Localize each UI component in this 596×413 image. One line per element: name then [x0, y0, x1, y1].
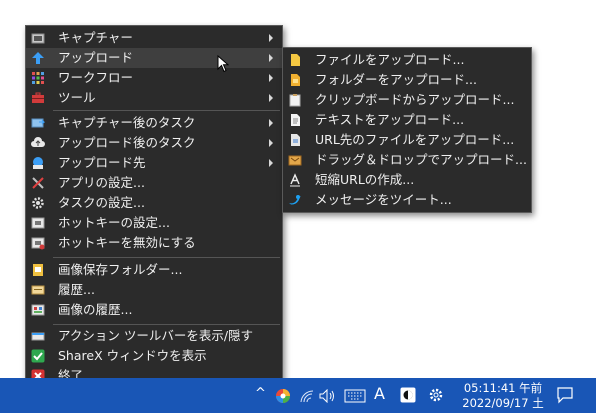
submenu-item-shorten-url[interactable]: 短縮URLの作成...	[283, 170, 531, 190]
menu-item-label: 短縮URLの作成...	[315, 172, 415, 187]
app-tray-icon[interactable]	[400, 387, 416, 403]
submenu-arrow-icon	[269, 139, 273, 147]
settings-gear-icon[interactable]	[428, 387, 444, 403]
menu-item-after-capture-tasks[interactable]: キャプチャー後のタスク	[26, 113, 282, 133]
gear-icon	[32, 197, 44, 209]
submenu-item-upload-file[interactable]: ファイルをアップロード...	[283, 50, 531, 70]
taskbar: ^ A 05:11:41 午前 2022/09/17 土	[0, 378, 596, 413]
keyboard-icon	[31, 217, 45, 229]
menu-item-label: アップロード	[58, 50, 134, 65]
shorten-url-icon	[290, 173, 300, 187]
toolbox-icon	[32, 92, 44, 103]
menu-item-app-settings[interactable]: アプリの設定...	[26, 173, 282, 193]
mouse-cursor-icon	[217, 55, 229, 73]
text-file-icon	[291, 114, 300, 126]
menu-separator	[53, 110, 280, 111]
menu-item-image-history[interactable]: 画像の履歴...	[26, 300, 282, 320]
folder-icon	[291, 74, 300, 86]
submenu-arrow-icon	[269, 54, 273, 62]
cloud-upload-icon	[31, 137, 45, 147]
menu-item-label: ホットキーを無効にする	[58, 235, 196, 250]
menu-item-label: ワークフロー	[58, 70, 134, 85]
menu-item-upload[interactable]: アップロード	[26, 48, 282, 68]
menu-item-label: ファイルをアップロード...	[315, 52, 465, 67]
menu-item-capture[interactable]: キャプチャー	[26, 28, 282, 48]
menu-item-label: 画像の履歴...	[58, 302, 133, 317]
clock-time: 05:11:41 午前	[463, 381, 543, 395]
menu-item-history[interactable]: 履歴...	[26, 280, 282, 300]
menu-item-workflow[interactable]: ワークフロー	[26, 68, 282, 88]
menu-item-label: テキストをアップロード...	[315, 112, 465, 127]
upload-arrow-icon	[32, 52, 44, 64]
workflow-grid-icon	[32, 72, 44, 84]
show-hidden-icons-chevron[interactable]: ^	[255, 386, 266, 401]
sharex-tray-menu: キャプチャー アップロード ワークフロー ツール キャプチャー後のタスク アップ…	[25, 25, 283, 389]
menu-separator	[53, 257, 280, 258]
history-icon	[31, 285, 45, 295]
menu-item-label: URL先のファイルをアップロード...	[315, 132, 515, 147]
submenu-item-upload-from-url[interactable]: URL先のファイルをアップロード...	[283, 130, 531, 150]
menu-item-upload-destination[interactable]: アップロード先	[26, 153, 282, 173]
system-clock[interactable]: 05:11:41 午前 2022/09/17 土	[456, 381, 550, 411]
menu-item-label: ドラッグ＆ドロップでアップロード...	[315, 152, 527, 167]
menu-item-label: アップロード後のタスク	[58, 135, 196, 150]
menu-item-disable-hotkeys[interactable]: ホットキーを無効にする	[26, 233, 282, 253]
menu-item-label: キャプチャー	[58, 30, 133, 45]
wrench-screwdriver-icon	[32, 177, 44, 189]
notifications-icon[interactable]	[556, 386, 574, 404]
submenu-item-tweet[interactable]: メッセージをツイート...	[283, 190, 531, 210]
ime-mode-indicator[interactable]: A	[374, 384, 385, 403]
menu-item-label: ShareX ウィンドウを表示	[58, 348, 207, 363]
twitter-icon	[289, 195, 301, 205]
menu-item-show-sharex-window[interactable]: ShareX ウィンドウを表示	[26, 346, 282, 366]
menu-item-label: キャプチャー後のタスク	[58, 115, 196, 130]
menu-item-label: フォルダーをアップロード...	[315, 72, 477, 87]
submenu-arrow-icon	[269, 159, 273, 167]
menu-item-label: アプリの設定...	[58, 175, 145, 190]
submenu-arrow-icon	[269, 119, 273, 127]
menu-item-after-upload-tasks[interactable]: アップロード後のタスク	[26, 133, 282, 153]
image-history-icon	[31, 304, 45, 316]
menu-item-label: 画像保存フォルダー...	[58, 262, 183, 277]
volume-icon[interactable]	[319, 389, 337, 403]
menu-item-task-settings[interactable]: タスクの設定...	[26, 193, 282, 213]
menu-item-label: ホットキーの設定...	[58, 215, 170, 230]
menu-item-hotkey-settings[interactable]: ホットキーの設定...	[26, 213, 282, 233]
network-icon[interactable]	[299, 389, 315, 403]
sharex-tray-icon[interactable]	[275, 388, 291, 404]
submenu-arrow-icon	[269, 34, 273, 42]
menu-separator	[53, 324, 280, 325]
url-file-icon	[291, 134, 300, 146]
menu-item-label: アップロード先	[58, 155, 146, 170]
keyboard-disabled-icon	[31, 237, 45, 250]
submenu-item-upload-folder[interactable]: フォルダーをアップロード...	[283, 70, 531, 90]
submenu-arrow-icon	[269, 94, 273, 102]
clock-date: 2022/09/17 土	[462, 396, 544, 410]
submenu-item-upload-clipboard[interactable]: クリップボードからアップロード...	[283, 90, 531, 110]
camera-icon	[31, 33, 45, 44]
file-icon	[291, 54, 300, 66]
submenu-arrow-icon	[269, 74, 273, 82]
image-arrow-icon	[31, 118, 45, 128]
upload-submenu: ファイルをアップロード... フォルダーをアップロード... クリップボードから…	[282, 47, 532, 213]
menu-item-label: アクション ツールバーを表示/隠す	[58, 328, 254, 343]
destination-icon	[33, 157, 43, 169]
menu-item-tools[interactable]: ツール	[26, 88, 282, 108]
menu-item-label: タスクの設定...	[58, 195, 145, 210]
menu-item-toggle-actions-toolbar[interactable]: アクション ツールバーを表示/隠す	[26, 326, 282, 346]
touch-keyboard-icon[interactable]	[344, 389, 366, 403]
menu-item-screenshots-folder[interactable]: 画像保存フォルダー...	[26, 260, 282, 280]
toolbar-icon	[31, 332, 45, 341]
submenu-item-upload-text[interactable]: テキストをアップロード...	[283, 110, 531, 130]
submenu-item-drag-and-drop[interactable]: ドラッグ＆ドロップでアップロード...	[283, 150, 531, 170]
menu-item-label: 履歴...	[58, 282, 95, 297]
menu-item-label: ツール	[58, 90, 96, 105]
clipboard-icon	[289, 94, 301, 107]
folder-image-icon	[33, 264, 43, 276]
menu-item-label: メッセージをツイート...	[315, 192, 452, 207]
checkmark-icon	[31, 349, 45, 363]
menu-item-label: クリップボードからアップロード...	[315, 92, 515, 107]
drag-drop-icon	[288, 155, 302, 166]
